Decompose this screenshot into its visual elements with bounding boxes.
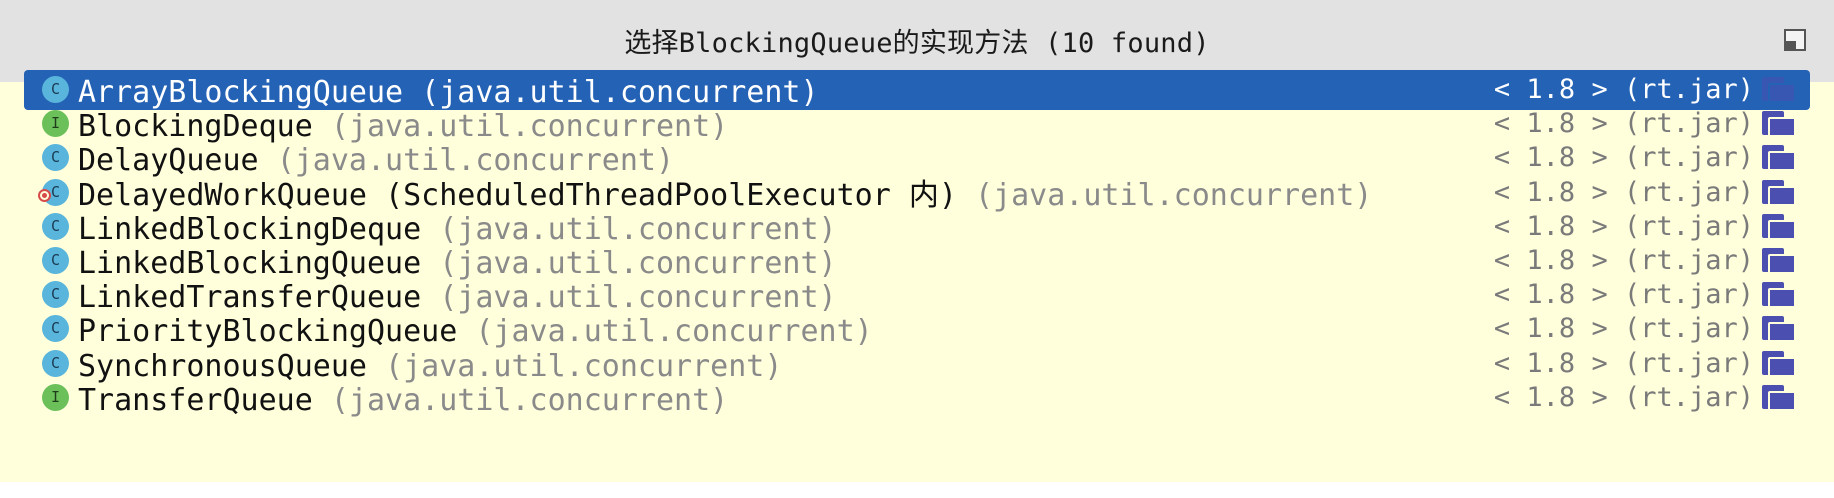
type-icon-letter: C (50, 216, 61, 235)
library-folder-icon (1762, 77, 1796, 103)
class-icon: C (42, 315, 69, 343)
library-folder-icon-front (1768, 322, 1796, 343)
library-folder-icon (1762, 316, 1796, 343)
library-folder-icon (1762, 282, 1796, 309)
library-folder-icon (1762, 350, 1796, 377)
library-folder-icon-front (1768, 219, 1796, 240)
library-folder-icon-front (1768, 254, 1796, 274)
class-icon: C (42, 247, 69, 274)
inner-class-marker-icon (38, 188, 51, 202)
library-folder-icon-front (1768, 117, 1796, 138)
class-icon: C (42, 76, 69, 103)
type-icon-letter: I (50, 114, 61, 133)
type-icon-letter: C (50, 182, 61, 201)
class-icon: C (42, 281, 69, 309)
pin-window-icon[interactable] (1784, 29, 1806, 51)
result-name: TransferQueue (java.util.concurrent) (78, 378, 728, 418)
library-folder-icon (1762, 111, 1796, 138)
interface-icon: I (42, 383, 69, 411)
type-icon-letter: I (50, 387, 61, 406)
library-folder-icon-front (1768, 151, 1796, 172)
result-package: (java.util.concurrent) (330, 382, 729, 418)
class-icon: C (42, 349, 69, 377)
class-icon: C (42, 212, 69, 240)
implementation-list: C ArrayBlockingQueue (java.util.concurren… (0, 70, 1834, 482)
library-folder-icon-front (1768, 356, 1796, 377)
choose-implementation-popup: 选择BlockingQueue的实现方法 (10 found) C ArrayBl… (0, 0, 1834, 498)
library-folder-icon (1762, 213, 1796, 240)
library-folder-icon-front (1768, 185, 1796, 206)
type-icon-letter: C (50, 285, 61, 304)
inner-class-icon: C (38, 178, 69, 206)
result-class-name: TransferQueue (78, 382, 313, 418)
library-folder-icon (1762, 384, 1796, 411)
library-folder-icon-front (1768, 390, 1796, 411)
type-icon-letter: C (50, 80, 61, 98)
library-folder-icon (1762, 179, 1796, 206)
library-folder-icon-front (1768, 83, 1796, 103)
type-icon-letter: C (50, 251, 61, 269)
result-location: < 1.8 > (rt.jar) (1493, 381, 1754, 413)
type-icon-letter: C (50, 148, 61, 167)
interface-icon: I (42, 110, 69, 138)
type-icon-letter: C (50, 353, 61, 372)
result-row[interactable]: I TransferQueue (java.util.concurrent) < 1… (24, 378, 1810, 418)
type-icon-letter: C (50, 319, 61, 338)
library-folder-icon-front (1768, 288, 1796, 309)
library-folder-icon (1762, 248, 1796, 274)
pin-window-icon-fill (1786, 41, 1796, 49)
library-folder-icon (1762, 145, 1796, 172)
class-icon: C (42, 144, 69, 172)
